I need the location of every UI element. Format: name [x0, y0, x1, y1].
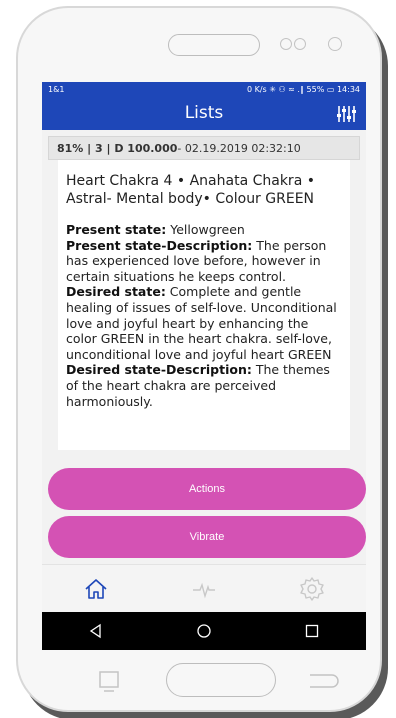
field-label: Present state-Description: [66, 237, 253, 253]
hardware-home-button[interactable] [166, 663, 276, 697]
entry-title: Heart Chakra 4 • Anahata Chakra • Astral… [66, 173, 315, 207]
entry-timestamp: - 02.19.2019 02:32:10 [177, 141, 301, 155]
bottom-navigation [42, 564, 366, 613]
sensor-dot [294, 38, 306, 50]
app-screen: 1&1 0 K/s ✳ ⚇ ≈ .∥ 55% ▭ 14:34 Lists 81%… [42, 82, 366, 650]
field-label: Present state: [66, 222, 167, 237]
vibrate-button[interactable]: Vibrate [48, 516, 366, 558]
list-entry-header[interactable]: 81% | 3 | D 100.000 - 02.19.2019 02:32:1… [48, 136, 360, 160]
home-icon[interactable] [82, 575, 110, 603]
system-navigation-bar [42, 612, 366, 650]
carrier-label: 1&1 [48, 84, 65, 94]
field-label: Desired state: [66, 284, 166, 300]
front-camera [328, 37, 342, 51]
field-label: Desired state-Description: [66, 362, 252, 378]
nav-back-icon[interactable] [87, 622, 105, 640]
sensor-dot [280, 38, 292, 50]
field-value: Yellowgreen [166, 222, 245, 237]
recent-apps-icon[interactable] [96, 668, 122, 694]
back-icon[interactable] [300, 669, 346, 693]
entry-score: 81% | 3 | D 100.000 [57, 141, 178, 155]
actions-button[interactable]: Actions [48, 468, 366, 510]
status-bar: 1&1 0 K/s ✳ ⚇ ≈ .∥ 55% ▭ 14:34 [42, 82, 366, 96]
settings-icon[interactable] [298, 575, 326, 603]
pulse-icon[interactable] [190, 575, 218, 603]
nav-recents-icon[interactable] [303, 622, 321, 640]
entry-description: Present state: Yellowgreen Present state… [66, 222, 342, 409]
page-title: Lists [184, 103, 224, 123]
filter-sliders-icon[interactable] [336, 104, 356, 124]
status-indicators: 0 K/s ✳ ⚇ ≈ .∥ 55% ▭ 14:34 [246, 84, 360, 94]
speaker-grille [168, 34, 260, 56]
app-bar: Lists [42, 96, 366, 130]
list-entry-body: Heart Chakra 4 • Anahata Chakra • Astral… [58, 160, 350, 450]
nav-home-icon[interactable] [195, 622, 213, 640]
